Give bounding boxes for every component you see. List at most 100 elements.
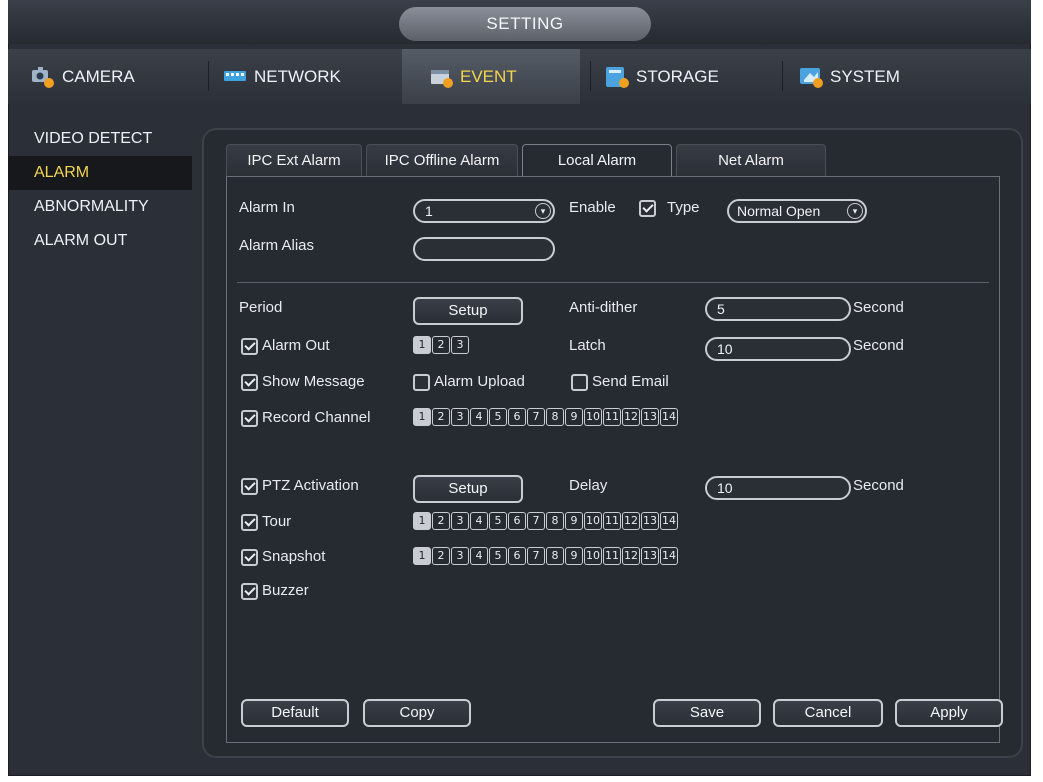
snapshot-channel-button[interactable]: 7 — [527, 547, 545, 565]
record-channel-button[interactable]: 1 — [413, 408, 431, 426]
latch-input[interactable]: 10 — [705, 337, 851, 361]
tour-channel-button[interactable]: 6 — [508, 512, 526, 530]
tour-channel-button[interactable]: 7 — [527, 512, 545, 530]
ptz-activation-label: PTZ Activation — [262, 477, 359, 494]
sidebar: VIDEO DETECT ALARM ABNORMALITY ALARM OUT — [8, 122, 192, 258]
alarm-upload-checkbox[interactable] — [413, 374, 430, 391]
save-button[interactable]: Save — [653, 699, 761, 727]
record-channel-button[interactable]: 12 — [622, 408, 640, 426]
snapshot-label: Snapshot — [262, 548, 326, 565]
tour-channel-button[interactable]: 3 — [451, 512, 469, 530]
setting-window: SETTING CAMERA NETWORK EVENT STORAGE SYS… — [8, 0, 1031, 776]
event-icon — [428, 64, 454, 90]
tab-ipc-ext-alarm[interactable]: IPC Ext Alarm — [226, 144, 362, 176]
tour-channel-button[interactable]: 10 — [584, 512, 602, 530]
snapshot-channel-button[interactable]: 1 — [413, 547, 431, 565]
tab-net-alarm[interactable]: Net Alarm — [676, 144, 826, 176]
alarm-out-channel-button[interactable]: 2 — [432, 336, 450, 354]
tab-camera[interactable]: CAMERA — [30, 49, 200, 104]
period-setup-button[interactable]: Setup — [413, 297, 523, 325]
record-channel-button[interactable]: 9 — [565, 408, 583, 426]
alarm-out-channel-button[interactable]: 3 — [451, 336, 469, 354]
tour-channel-button[interactable]: 11 — [603, 512, 621, 530]
tab-event-label: EVENT — [460, 66, 517, 86]
tour-channel-button[interactable]: 1 — [413, 512, 431, 530]
tour-channel-button[interactable]: 13 — [641, 512, 659, 530]
tour-channel-button[interactable]: 9 — [565, 512, 583, 530]
copy-button[interactable]: Copy — [363, 699, 471, 727]
sidebar-item-alarm-out[interactable]: ALARM OUT — [8, 224, 192, 258]
ptz-setup-button[interactable]: Setup — [413, 475, 523, 503]
tour-channel-button[interactable]: 2 — [432, 512, 450, 530]
system-icon — [798, 64, 824, 90]
alarm-out-channel-button[interactable]: 1 — [413, 336, 431, 354]
delay-label: Delay — [569, 477, 608, 494]
sidebar-item-video-detect[interactable]: VIDEO DETECT — [8, 122, 192, 156]
tab-divider — [782, 61, 783, 91]
default-button[interactable]: Default — [241, 699, 349, 727]
alarm-out-checkbox[interactable] — [241, 338, 258, 355]
snapshot-channel-button[interactable]: 3 — [451, 547, 469, 565]
record-channel-button[interactable]: 13 — [641, 408, 659, 426]
ptz-activation-checkbox[interactable] — [241, 478, 258, 495]
record-channel-button[interactable]: 8 — [546, 408, 564, 426]
send-email-label: Send Email — [592, 373, 669, 390]
tour-label: Tour — [262, 513, 292, 530]
tab-storage[interactable]: STORAGE — [604, 49, 774, 104]
record-channel-button[interactable]: 6 — [508, 408, 526, 426]
record-channel-button[interactable]: 2 — [432, 408, 450, 426]
snapshot-channel-button[interactable]: 14 — [660, 547, 678, 565]
record-channel-button[interactable]: 11 — [603, 408, 621, 426]
tour-channel-button[interactable]: 4 — [470, 512, 488, 530]
enable-checkbox[interactable] — [639, 200, 656, 217]
tab-network-label: NETWORK — [254, 66, 341, 86]
tour-channel-button[interactable]: 14 — [660, 512, 678, 530]
anti-dither-input[interactable]: 5 — [705, 297, 851, 321]
snapshot-channel-button[interactable]: 4 — [470, 547, 488, 565]
alarm-in-select[interactable]: 1 ▾ — [413, 199, 555, 223]
record-channel-button[interactable]: 3 — [451, 408, 469, 426]
record-channel-button[interactable]: 7 — [527, 408, 545, 426]
record-channel-button[interactable]: 10 — [584, 408, 602, 426]
record-channel-checkbox[interactable] — [241, 410, 258, 427]
tab-local-alarm[interactable]: Local Alarm — [522, 144, 672, 176]
type-value: Normal Open — [737, 203, 821, 219]
snapshot-channel-button[interactable]: 11 — [603, 547, 621, 565]
tour-channel-button[interactable]: 12 — [622, 512, 640, 530]
send-email-checkbox[interactable] — [571, 374, 588, 391]
snapshot-channel-button[interactable]: 2 — [432, 547, 450, 565]
show-message-checkbox[interactable] — [241, 374, 258, 391]
title-bar: SETTING — [8, 0, 1031, 44]
tab-event[interactable]: EVENT — [402, 49, 580, 104]
snapshot-channel-button[interactable]: 8 — [546, 547, 564, 565]
alarm-in-label: Alarm In — [239, 199, 295, 216]
tab-network[interactable]: NETWORK — [222, 49, 392, 104]
record-channel-button[interactable]: 5 — [489, 408, 507, 426]
tab-system[interactable]: SYSTEM — [798, 49, 968, 104]
alarm-in-value: 1 — [425, 203, 433, 219]
snapshot-channel-button[interactable]: 5 — [489, 547, 507, 565]
snapshot-channel-button[interactable]: 10 — [584, 547, 602, 565]
tour-checkbox[interactable] — [241, 514, 258, 531]
tour-channel-button[interactable]: 5 — [489, 512, 507, 530]
record-channel-button[interactable]: 14 — [660, 408, 678, 426]
type-select[interactable]: Normal Open ▾ — [727, 199, 867, 223]
delay-unit: Second — [853, 477, 904, 494]
record-channel-button[interactable]: 4 — [470, 408, 488, 426]
delay-input[interactable]: 10 — [705, 476, 851, 500]
tour-channel-button[interactable]: 8 — [546, 512, 564, 530]
sidebar-item-alarm[interactable]: ALARM — [8, 156, 192, 190]
snapshot-checkbox[interactable] — [241, 549, 258, 566]
snapshot-channel-button[interactable]: 9 — [565, 547, 583, 565]
alarm-alias-input[interactable] — [413, 237, 555, 261]
tab-storage-label: STORAGE — [636, 66, 719, 86]
cancel-button[interactable]: Cancel — [773, 699, 883, 727]
snapshot-channel-button[interactable]: 6 — [508, 547, 526, 565]
tab-ipc-offline-alarm[interactable]: IPC Offline Alarm — [366, 144, 518, 176]
sidebar-item-abnormality[interactable]: ABNORMALITY — [8, 190, 192, 224]
show-message-label: Show Message — [262, 373, 365, 390]
snapshot-channel-button[interactable]: 13 — [641, 547, 659, 565]
apply-button[interactable]: Apply — [895, 699, 1003, 727]
buzzer-checkbox[interactable] — [241, 583, 258, 600]
snapshot-channel-button[interactable]: 12 — [622, 547, 640, 565]
